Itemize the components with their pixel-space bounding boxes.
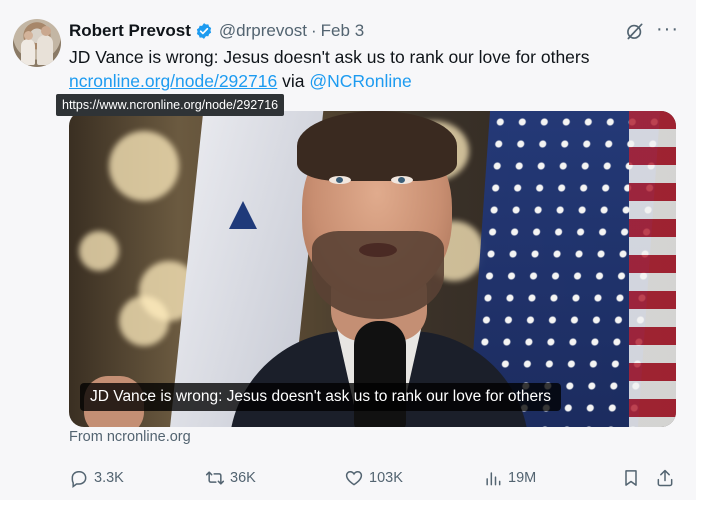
author-handle[interactable]: @drprevost <box>219 21 307 41</box>
url-tooltip: https://www.ncronline.org/node/292716 <box>56 94 285 116</box>
media-card[interactable]: JD Vance is wrong: Jesus doesn't ask us … <box>69 111 676 427</box>
repost-button[interactable]: 36K <box>205 466 256 490</box>
tweet-text: JD Vance is wrong: Jesus doesn't ask us … <box>69 45 669 93</box>
avatar[interactable] <box>13 19 61 67</box>
reply-count: 3.3K <box>94 470 124 486</box>
analytics-icon <box>486 472 501 486</box>
media-source[interactable]: From ncronline.org <box>69 429 191 445</box>
action-bar: 3.3K 36K 103K 19M <box>69 466 681 490</box>
tweet-body: JD Vance is wrong: Jesus doesn't ask us … <box>69 47 590 67</box>
author-name[interactable]: Robert Prevost <box>69 21 191 41</box>
reply-icon <box>71 471 87 488</box>
verified-badge-icon <box>196 23 211 39</box>
reply-button[interactable]: 3.3K <box>69 466 124 490</box>
separator-dot: · <box>311 21 317 40</box>
tweet-header: Robert Prevost @drprevost · Feb 3 <box>69 19 364 43</box>
repost-icon <box>205 471 225 485</box>
views-count: 19M <box>508 470 537 486</box>
bookmark-icon <box>625 470 637 486</box>
tweet[interactable]: Robert Prevost @drprevost · Feb 3 ··· JD… <box>0 0 702 512</box>
like-button[interactable]: 103K <box>344 466 403 490</box>
repost-count: 36K <box>230 470 256 486</box>
via-text: via <box>277 71 310 91</box>
grok-icon[interactable] <box>625 21 645 41</box>
share-icon <box>657 469 673 487</box>
share-button[interactable] <box>655 466 675 490</box>
mention-link[interactable]: @NCRonline <box>309 71 411 91</box>
media-caption: JD Vance is wrong: Jesus doesn't ask us … <box>80 383 562 411</box>
more-icon[interactable]: ··· <box>656 19 678 41</box>
like-count: 103K <box>369 470 403 486</box>
bookmark-button[interactable] <box>621 466 641 490</box>
tweet-date[interactable]: Feb 3 <box>321 21 364 41</box>
article-link[interactable]: ncronline.org/node/292716 <box>69 71 277 91</box>
views-button[interactable]: 19M <box>483 466 536 490</box>
heart-icon <box>345 470 363 486</box>
